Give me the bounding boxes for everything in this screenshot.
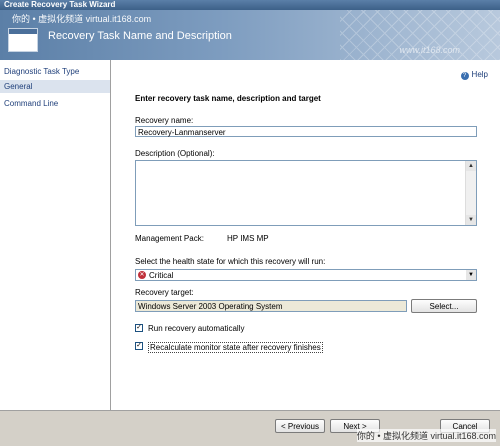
watermark-header-right: www.it168.com [399, 45, 460, 55]
step-general[interactable]: General [0, 80, 110, 93]
health-state-select[interactable]: ✕ Critical ▼ [135, 269, 477, 281]
chevron-down-icon[interactable]: ▼ [466, 270, 476, 280]
watermark-bottom: 你的 • 虚拟化频道 virtual.it168.com [356, 429, 496, 442]
recalculate-checkbox[interactable]: ✓ [135, 342, 143, 350]
scroll-down-icon[interactable]: ▼ [466, 215, 476, 225]
recovery-name-input[interactable]: Recovery-Lanmanserver [135, 126, 477, 137]
run-automatically-label: Run recovery automatically [148, 324, 245, 333]
page-title: Recovery Task Name and Description [48, 30, 232, 42]
help-link[interactable]: ? Help [460, 70, 488, 80]
window-title: Create Recovery Task Wizard [4, 0, 116, 9]
description-input[interactable]: ▲ ▼ [135, 160, 477, 226]
title-bar: Create Recovery Task Wizard [0, 0, 500, 10]
step-command-line[interactable]: Command Line [0, 97, 110, 110]
management-pack-value: HP IMS MP [227, 234, 269, 243]
recovery-target-label: Recovery target: [135, 288, 194, 297]
recovery-name-label: Recovery name: [135, 116, 194, 125]
wizard-header: 你的 • 虚拟化频道 virtual.it168.com Recovery Ta… [0, 10, 500, 60]
wizard-window-icon [8, 28, 38, 52]
health-state-value: Critical [149, 271, 174, 280]
help-label: Help [471, 70, 488, 79]
previous-button[interactable]: < Previous [275, 419, 325, 433]
recalculate-label: Recalculate monitor state after recovery… [148, 342, 323, 353]
description-label: Description (Optional): [135, 149, 215, 158]
critical-icon: ✕ [138, 271, 146, 279]
help-icon: ? [460, 72, 469, 80]
health-state-label: Select the health state for which this r… [135, 257, 326, 266]
main-panel: ? Help Enter recovery task name, descript… [111, 60, 500, 410]
watermark-top: 你的 • 虚拟化频道 virtual.it168.com [12, 14, 152, 24]
section-title: Enter recovery task name, description an… [135, 94, 321, 103]
run-automatically-checkbox[interactable]: ✓ [135, 324, 143, 332]
management-pack-label: Management Pack: [135, 234, 204, 243]
description-scrollbar[interactable]: ▲ ▼ [465, 161, 476, 225]
select-target-button[interactable]: Select... [411, 299, 477, 313]
scroll-up-icon[interactable]: ▲ [466, 161, 476, 171]
step-diagnostic-task-type[interactable]: Diagnostic Task Type [0, 65, 110, 78]
recovery-target-field: Windows Server 2003 Operating System [135, 300, 407, 312]
wizard-steps: Diagnostic Task Type General Command Lin… [0, 60, 111, 410]
